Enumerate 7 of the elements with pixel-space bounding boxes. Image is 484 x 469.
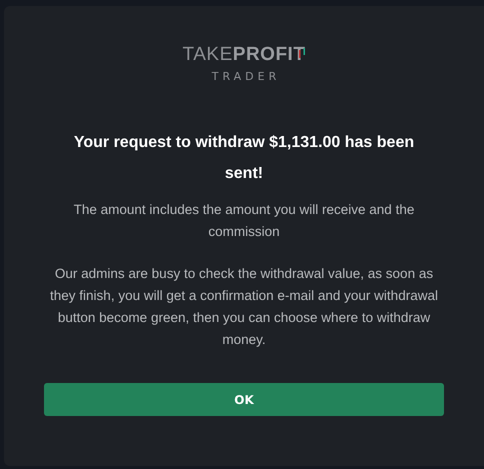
dialog-title: Your request to withdraw $1,131.00 has been sent! <box>72 133 416 184</box>
candlestick-icon <box>298 47 306 59</box>
brand-logo: TAKEPROFIT <box>182 44 306 66</box>
brand-subtitle: TRADER <box>210 70 280 83</box>
message-text: The amount includes the amount you will receive and the commission <box>72 201 416 241</box>
ok-button[interactable]: OK <box>44 383 444 416</box>
message-text: Our admins are busy to check the withdrawal value, as soon as they finish, you will get a confirmation e-mail and your withdrawal button become green, then you can choose where to withdraw money. <box>49 265 439 349</box>
